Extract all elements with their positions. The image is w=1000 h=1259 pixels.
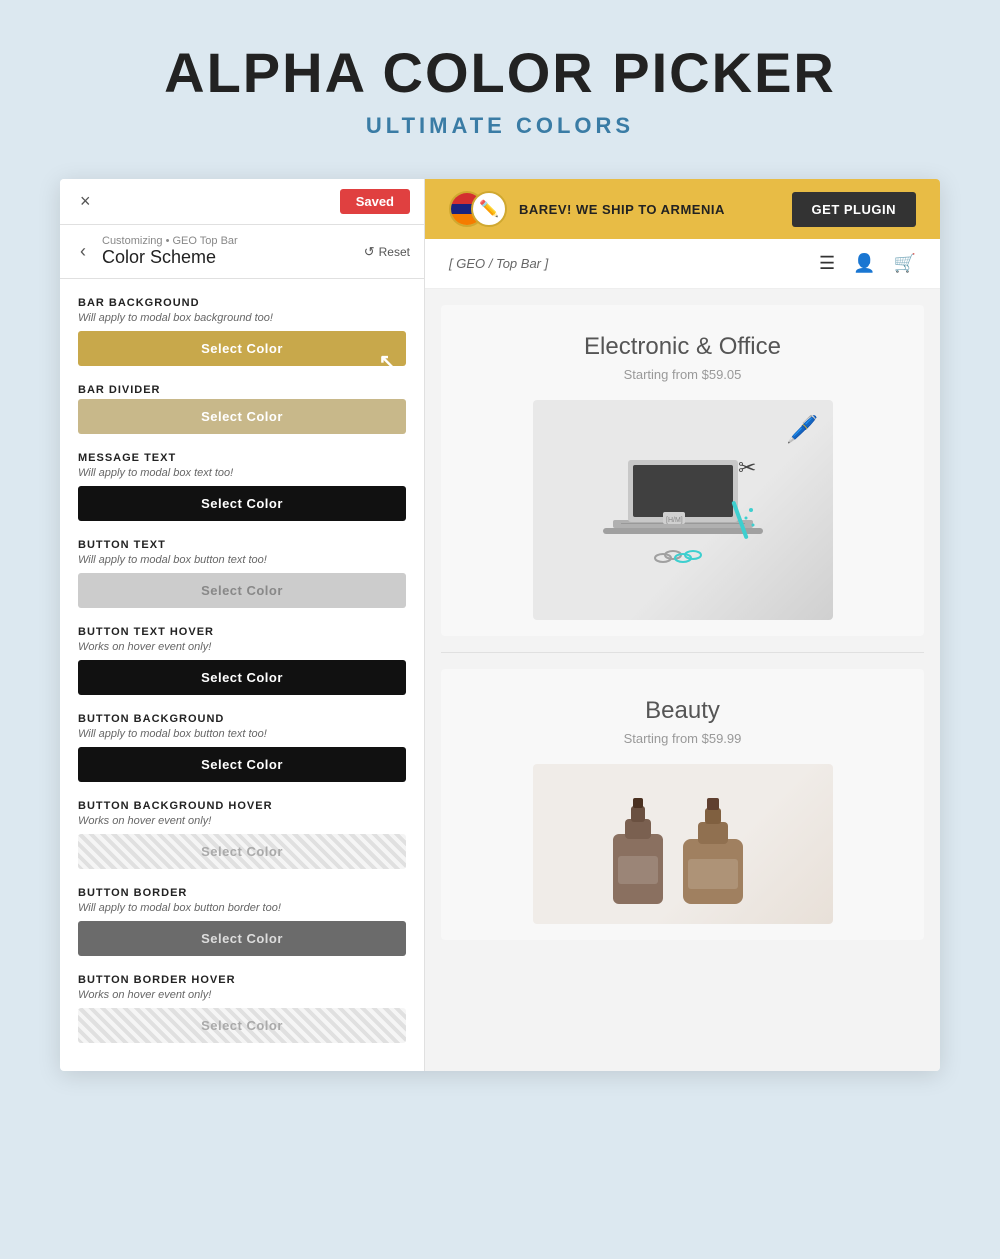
get-plugin-button[interactable]: GET PLUGIN: [792, 192, 916, 227]
site-logo: [ GEO / Top Bar ]: [449, 256, 548, 271]
section-note: Works on hover event only!: [78, 989, 406, 1001]
section-button-background: BUTTON BACKGROUND Will apply to modal bo…: [78, 713, 406, 782]
section-label: BUTTON TEXT: [78, 539, 406, 551]
section-button-border: BUTTON BORDER Will apply to modal box bu…: [78, 887, 406, 956]
message-text-color-btn[interactable]: Select Color: [78, 486, 406, 521]
section-label: MESSAGE TEXT: [78, 452, 406, 464]
bar-divider-color-btn[interactable]: Select Color: [78, 399, 406, 434]
section-note: Will apply to modal box button text too!: [78, 728, 406, 740]
section-button-text-hover: BUTTON TEXT HOVER Works on hover event o…: [78, 626, 406, 695]
select-color-label: Select Color: [201, 670, 283, 685]
section-divider: [441, 652, 924, 653]
section-note: Will apply to modal box button border to…: [78, 902, 406, 914]
button-background-color-btn[interactable]: Select Color: [78, 747, 406, 782]
button-text-color-btn[interactable]: Select Color: [78, 573, 406, 608]
top-bar-left: ✏️ BAREV! WE SHIP TO ARMENIA: [449, 191, 725, 227]
page-title: ALPHA COLOR PICKER: [60, 40, 940, 105]
pencil-icon: ✏️: [471, 191, 507, 227]
section-note: Will apply to modal box text too!: [78, 467, 406, 479]
button-border-color-btn[interactable]: Select Color: [78, 921, 406, 956]
breadcrumb-path: Customizing • GEO Top Bar: [102, 235, 354, 247]
reset-button[interactable]: ↺ Reset: [364, 244, 410, 260]
section-note: Works on hover event only!: [78, 815, 406, 827]
button-background-hover-color-btn[interactable]: Select Color: [78, 834, 406, 869]
product-image-beauty: [533, 764, 833, 924]
product-card-beauty: Beauty Starting from $59.99: [441, 669, 924, 940]
button-border-hover-color-btn[interactable]: Select Color: [78, 1008, 406, 1043]
cup-icon: 🖊️: [786, 414, 818, 445]
nav-icons: ☰ 👤 🛒: [819, 253, 916, 274]
panel-top-bar: × Saved: [60, 179, 424, 225]
top-bar-preview: ✏️ BAREV! WE SHIP TO ARMENIA GET PLUGIN: [425, 179, 940, 239]
section-note: Works on hover event only!: [78, 641, 406, 653]
svg-text:[H/M]: [H/M]: [666, 517, 683, 524]
select-color-label: Select Color: [201, 757, 283, 772]
top-bar-message: BAREV! WE SHIP TO ARMENIA: [519, 202, 725, 217]
product-card-electronics: Electronic & Office Starting from $59.05…: [441, 305, 924, 636]
product-title: Beauty: [645, 697, 720, 725]
bar-background-color-btn[interactable]: Select Color ↖: [78, 331, 406, 366]
menu-icon[interactable]: ☰: [819, 253, 835, 274]
cart-icon[interactable]: 🛒: [894, 253, 916, 274]
product-subtitle: Starting from $59.05: [624, 367, 742, 382]
page-header: ALPHA COLOR PICKER ULTIMATE COLORS: [60, 40, 940, 139]
select-color-label: Select Color: [201, 409, 283, 424]
section-label: BAR BACKGROUND: [78, 297, 406, 309]
section-button-background-hover: BUTTON BACKGROUND HOVER Works on hover e…: [78, 800, 406, 869]
saved-badge: Saved: [340, 189, 410, 214]
beauty-svg: [583, 784, 783, 914]
product-subtitle: Starting from $59.99: [624, 731, 742, 746]
reset-label: Reset: [379, 245, 410, 259]
section-message-text: MESSAGE TEXT Will apply to modal box tex…: [78, 452, 406, 521]
select-color-label: Select Color: [201, 341, 283, 356]
section-label: BUTTON BACKGROUND: [78, 713, 406, 725]
content-area: Electronic & Office Starting from $59.05…: [425, 289, 940, 1071]
site-nav: [ GEO / Top Bar ] ☰ 👤 🛒: [425, 239, 940, 289]
cursor-indicator: ↖: [379, 349, 396, 374]
section-note: Will apply to modal box button text too!: [78, 554, 406, 566]
close-button[interactable]: ×: [74, 189, 97, 214]
section-label: BAR DIVIDER: [78, 384, 406, 396]
left-panel: × Saved ‹ Customizing • GEO Top Bar Colo…: [60, 179, 425, 1071]
section-button-border-hover: BUTTON BORDER HOVER Works on hover event…: [78, 974, 406, 1043]
svg-text:✂: ✂: [738, 455, 756, 480]
breadcrumb-bar: ‹ Customizing • GEO Top Bar Color Scheme…: [60, 225, 424, 279]
right-panel: ✏️ BAREV! WE SHIP TO ARMENIA GET PLUGIN …: [425, 179, 940, 1071]
breadcrumb-info: Customizing • GEO Top Bar Color Scheme: [102, 235, 354, 268]
select-color-label: Select Color: [201, 583, 283, 598]
select-color-label: Select Color: [201, 844, 283, 859]
section-label: BUTTON BORDER HOVER: [78, 974, 406, 986]
section-note: Will apply to modal box background too!: [78, 312, 406, 324]
product-image-electronics: ✂ [H/M]: [533, 400, 833, 620]
select-color-label: Select Color: [201, 496, 283, 511]
section-bar-background: BAR BACKGROUND Will apply to modal box b…: [78, 297, 406, 366]
section-bar-divider: BAR DIVIDER Select Color: [78, 384, 406, 434]
page-subtitle: ULTIMATE COLORS: [60, 113, 940, 139]
user-icon[interactable]: 👤: [853, 253, 875, 274]
section-label: BUTTON BACKGROUND HOVER: [78, 800, 406, 812]
select-color-label: Select Color: [201, 931, 283, 946]
flag-wrap: ✏️: [449, 191, 509, 227]
back-button[interactable]: ‹: [74, 239, 92, 264]
color-options-list: BAR BACKGROUND Will apply to modal box b…: [60, 279, 424, 1071]
laptop-svg: ✂ [H/M]: [583, 430, 783, 590]
breadcrumb-current: Color Scheme: [102, 247, 354, 268]
button-text-hover-color-btn[interactable]: Select Color: [78, 660, 406, 695]
product-title: Electronic & Office: [584, 333, 781, 361]
main-container: × Saved ‹ Customizing • GEO Top Bar Colo…: [60, 179, 940, 1071]
section-label: BUTTON BORDER: [78, 887, 406, 899]
select-color-label: Select Color: [201, 1018, 283, 1033]
reset-icon: ↺: [364, 244, 375, 260]
section-label: BUTTON TEXT HOVER: [78, 626, 406, 638]
section-button-text: BUTTON TEXT Will apply to modal box butt…: [78, 539, 406, 608]
